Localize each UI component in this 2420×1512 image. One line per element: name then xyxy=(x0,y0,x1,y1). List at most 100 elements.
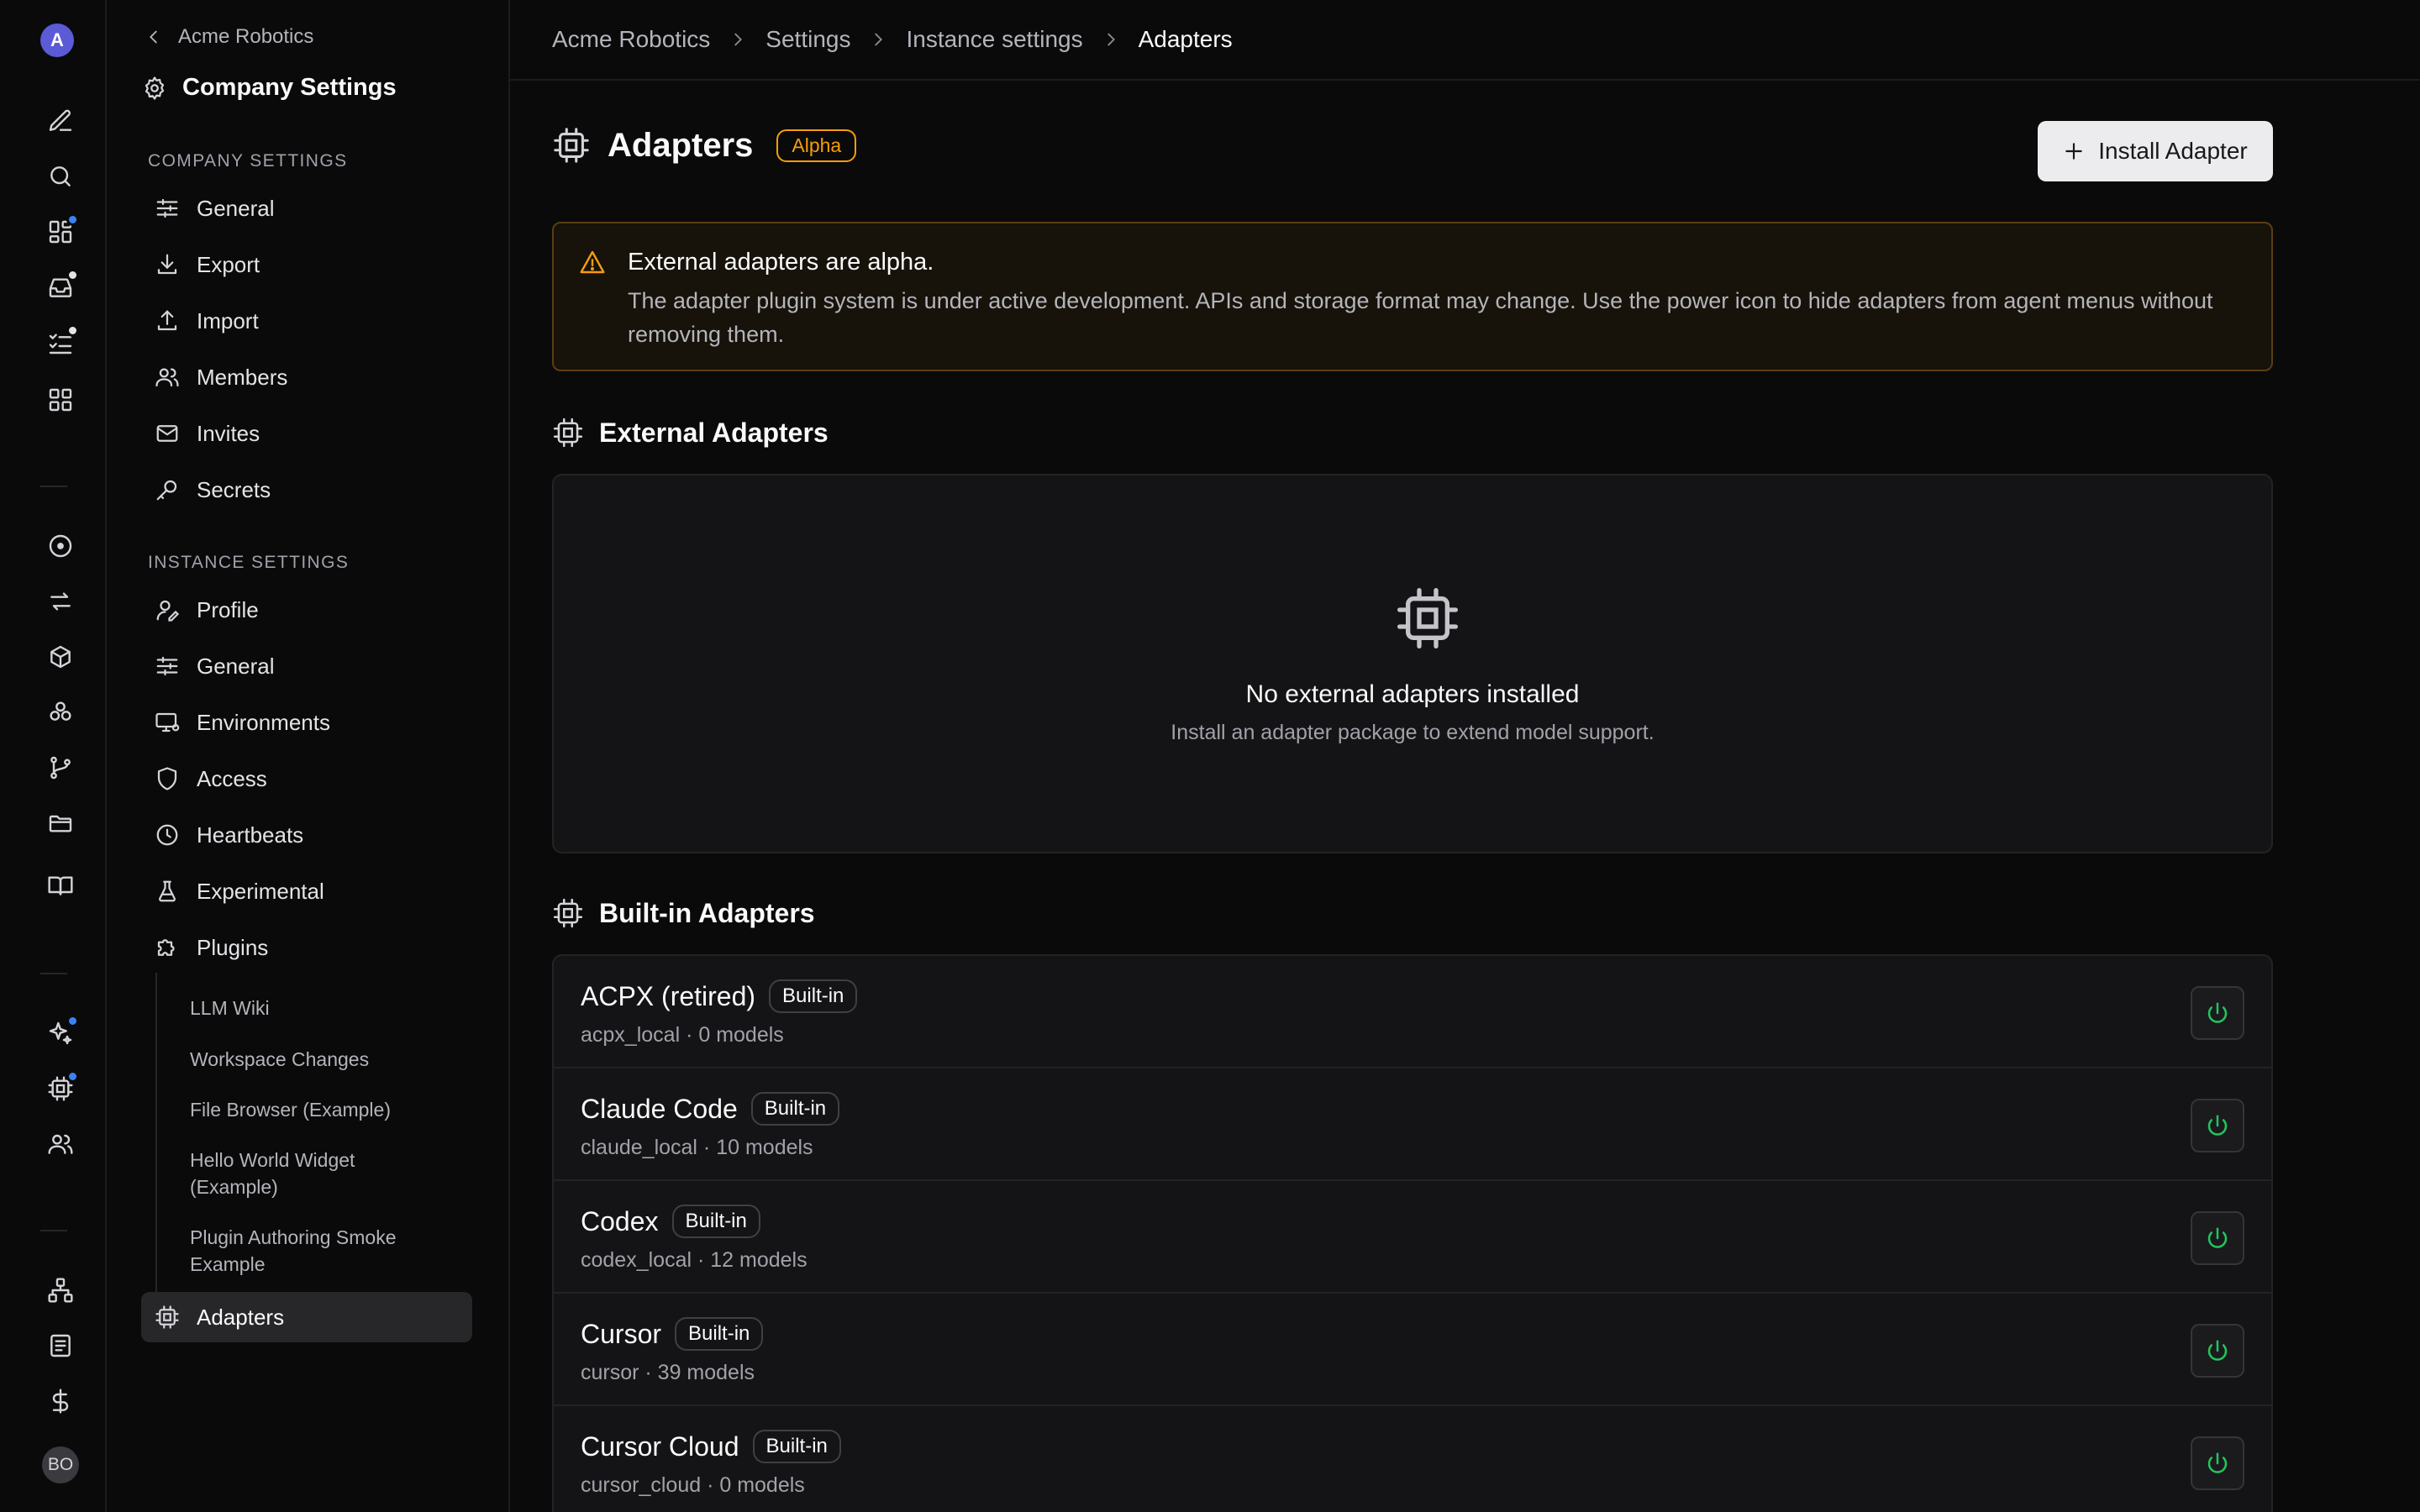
adapter-name: Cursor Cloud xyxy=(581,1431,739,1462)
builtin-badge: Built-in xyxy=(675,1317,764,1351)
document-icon[interactable] xyxy=(37,1322,84,1369)
builtin-badge: Built-in xyxy=(752,1430,841,1463)
main-content: Acme Robotics Settings Instance settings… xyxy=(510,0,2420,1512)
power-toggle-button[interactable] xyxy=(2191,986,2244,1040)
dashboard-icon[interactable] xyxy=(37,208,84,255)
cpu-icon[interactable] xyxy=(37,1065,84,1112)
power-toggle-button[interactable] xyxy=(2191,1099,2244,1152)
cpu-icon xyxy=(554,128,589,163)
adapter-row: Cursor Built-in cursor · 39 models xyxy=(554,1294,2271,1406)
new-issue-icon[interactable] xyxy=(37,97,84,144)
power-toggle-button[interactable] xyxy=(2191,1436,2244,1490)
apps-grid-icon[interactable] xyxy=(37,376,84,423)
adapter-name: Claude Code xyxy=(581,1093,738,1124)
sidebar-item-label: Export xyxy=(197,251,260,277)
adapter-meta: claude_local · 10 models xyxy=(581,1136,813,1159)
sidebar-item-secrets[interactable]: Secrets xyxy=(141,465,472,515)
git-branch-icon[interactable] xyxy=(37,744,84,791)
sidebar-item-instance-general[interactable]: General xyxy=(141,641,472,691)
flask-icon xyxy=(159,880,176,902)
adapter-meta: acpx_local · 0 models xyxy=(581,1023,784,1047)
power-icon xyxy=(2207,1115,2228,1136)
team-icon[interactable] xyxy=(37,1121,84,1168)
power-toggle-button[interactable] xyxy=(2191,1324,2244,1378)
breadcrumb-item[interactable]: Instance settings xyxy=(906,26,1082,53)
download-icon xyxy=(157,254,177,275)
plus-icon xyxy=(2065,143,2083,160)
notification-dot xyxy=(66,1070,79,1083)
sidebar-item-import[interactable]: Import xyxy=(141,296,472,346)
sidebar-item-members[interactable]: Members xyxy=(141,352,472,402)
sidebar-item-adapters[interactable]: Adapters xyxy=(141,1292,472,1342)
power-icon xyxy=(2207,1340,2228,1361)
sidebar-item-access[interactable]: Access xyxy=(141,753,472,804)
user-avatar[interactable]: BO xyxy=(42,1446,79,1483)
power-icon xyxy=(2207,1002,2228,1023)
breadcrumb-item[interactable]: Settings xyxy=(765,26,850,53)
book-icon[interactable] xyxy=(37,862,84,909)
install-adapter-label: Install Adapter xyxy=(2098,138,2248,164)
external-adapters-empty-state: No external adapters installed Install a… xyxy=(552,474,2273,853)
tasks-icon[interactable] xyxy=(37,319,84,366)
dollar-icon[interactable] xyxy=(37,1378,84,1425)
monitor-icon xyxy=(155,712,180,732)
sidebar-item-label: Members xyxy=(197,364,288,390)
rail-divider xyxy=(40,486,67,487)
install-adapter-button[interactable]: Install Adapter xyxy=(2038,121,2273,181)
notification-dot xyxy=(66,213,79,226)
sidebar-plugin-llm-wiki[interactable]: LLM Wiki xyxy=(190,995,442,1021)
sidebar-item-export[interactable]: Export xyxy=(141,239,472,290)
sidebar-plugin-authoring-smoke[interactable]: Plugin Authoring Smoke Example xyxy=(190,1224,442,1278)
builtin-adapters-heading: Built-in Adapters xyxy=(552,897,815,929)
sidebar-item-profile[interactable]: Profile xyxy=(141,585,472,635)
puzzle-icon xyxy=(157,939,175,956)
sidebar-item-company-general[interactable]: General xyxy=(141,183,472,234)
breadcrumb: Acme Robotics Settings Instance settings… xyxy=(510,0,2420,81)
icon-rail: A BO xyxy=(0,0,107,1512)
package-icon[interactable] xyxy=(37,633,84,680)
sidebar-plugin-file-browser[interactable]: File Browser (Example) xyxy=(190,1096,442,1123)
sidebar-item-label: Heartbeats xyxy=(197,822,304,848)
sidebar-plugin-workspace-changes[interactable]: Workspace Changes xyxy=(190,1046,442,1073)
folder-icon[interactable] xyxy=(37,800,84,847)
cpu-icon xyxy=(553,898,583,928)
cpu-icon xyxy=(553,417,583,448)
upload-icon xyxy=(157,310,177,331)
adapter-row: Cursor Cloud Built-in cursor_cloud · 0 mo… xyxy=(554,1406,2271,1512)
sidebar-item-label: Experimental xyxy=(197,878,324,904)
plugin-list-line xyxy=(155,973,157,1292)
adapter-meta: cursor · 39 models xyxy=(581,1361,755,1384)
sidebar-item-environments[interactable]: Environments xyxy=(141,697,472,748)
sidebar-item-heartbeats[interactable]: Heartbeats xyxy=(141,810,472,860)
mail-icon xyxy=(156,425,178,442)
sparkle-icon[interactable] xyxy=(37,1010,84,1057)
sidebar-item-label: Invites xyxy=(197,420,260,446)
alert-body: The adapter plugin system is under activ… xyxy=(628,288,2213,347)
workspace-logo[interactable]: A xyxy=(40,24,74,57)
power-toggle-button[interactable] xyxy=(2191,1211,2244,1265)
company-settings-heading: Company Settings xyxy=(148,151,348,171)
target-icon[interactable] xyxy=(37,522,84,570)
sidebar-plugin-hello-world[interactable]: Hello World Widget (Example) xyxy=(190,1147,442,1200)
adapter-row: Claude Code Built-in claude_local · 10 mo… xyxy=(554,1068,2271,1181)
gear-icon xyxy=(145,76,165,100)
empty-state-title: No external adapters installed xyxy=(1245,680,1580,708)
breadcrumb-item[interactable]: Acme Robotics xyxy=(552,26,710,53)
power-icon xyxy=(2207,1452,2228,1473)
notification-dot xyxy=(66,1015,79,1027)
sidebar-item-plugins[interactable]: Plugins xyxy=(141,922,472,973)
sidebar-item-label: Secrets xyxy=(197,476,271,502)
alpha-warning-banner: External adapters are alpha. The adapter… xyxy=(552,222,2273,371)
back-link-label: Acme Robotics xyxy=(178,25,314,48)
sidebar-item-experimental[interactable]: Experimental xyxy=(141,866,472,916)
org-chart-icon[interactable] xyxy=(37,1267,84,1314)
back-link[interactable]: Acme Robotics xyxy=(145,25,313,49)
search-icon[interactable] xyxy=(37,153,84,200)
sidebar-title: Company Settings xyxy=(142,74,397,102)
sidebar-item-invites[interactable]: Invites xyxy=(141,408,472,459)
components-icon[interactable] xyxy=(37,689,84,736)
builtin-adapters-list: ACPX (retired) Built-in acpx_local · 0 mo… xyxy=(552,954,2273,1512)
sync-icon[interactable] xyxy=(37,578,84,625)
inbox-icon[interactable] xyxy=(37,264,84,311)
shield-icon xyxy=(157,767,177,790)
